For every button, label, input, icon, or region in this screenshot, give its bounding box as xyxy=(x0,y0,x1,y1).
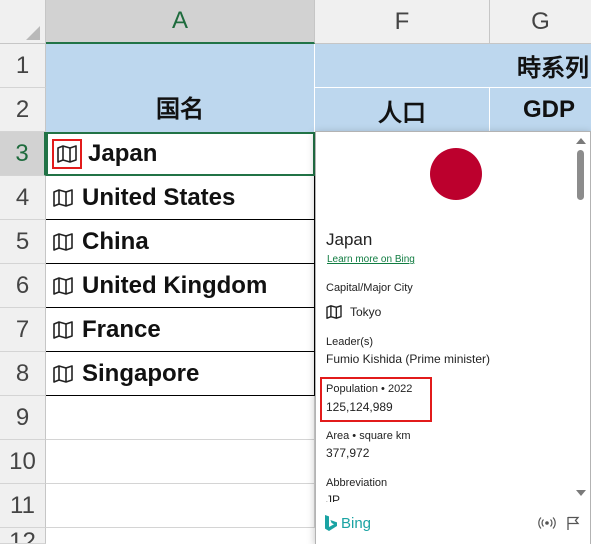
map-icon[interactable] xyxy=(50,317,76,343)
cell-country-japan[interactable]: Japan xyxy=(46,132,315,176)
japan-flag-icon xyxy=(430,148,482,200)
abbreviation-label: Abbreviation xyxy=(326,477,388,489)
map-icon xyxy=(326,305,342,319)
bing-label: Bing xyxy=(341,514,372,532)
flag-report-icon[interactable] xyxy=(566,516,580,531)
row-header-4[interactable]: 4 xyxy=(0,176,46,220)
column-header-a[interactable]: A xyxy=(46,0,315,44)
cell-country-united-kingdom[interactable]: United Kingdom xyxy=(46,264,315,308)
country-name: United States xyxy=(82,183,236,211)
area-value: 377,972 xyxy=(326,446,370,460)
map-icon[interactable] xyxy=(50,229,76,255)
area-label: Area • square km xyxy=(326,430,411,442)
header-cell-time-series[interactable]: 時系列 xyxy=(315,44,591,88)
scroll-down-icon[interactable] xyxy=(576,490,586,496)
row-header-10[interactable]: 10 xyxy=(0,440,46,484)
country-name: Japan xyxy=(88,140,158,167)
cell-country-united-states[interactable]: United States xyxy=(46,176,315,220)
row-header-9[interactable]: 9 xyxy=(0,396,46,440)
country-name: United Kingdom xyxy=(82,271,268,299)
scrollbar-thumb[interactable] xyxy=(577,150,584,200)
row-header-6[interactable]: 6 xyxy=(0,264,46,308)
map-icon[interactable] xyxy=(50,185,76,211)
cell-country-china[interactable]: China xyxy=(46,220,315,264)
capital-label: Capital/Major City xyxy=(326,282,413,294)
card-footer: Bing xyxy=(316,502,590,544)
broadcast-icon[interactable] xyxy=(538,516,556,530)
leader-value: Fumio Kishida (Prime minister) xyxy=(326,352,491,366)
row-header-2[interactable]: 2 xyxy=(0,88,46,132)
card-title: Japan xyxy=(326,230,373,249)
country-name: China xyxy=(82,227,149,255)
row-header-7[interactable]: 7 xyxy=(0,308,46,352)
data-type-card: Japan Learn more on Bing Capital/Major C… xyxy=(315,131,591,544)
cell-country-singapore[interactable]: Singapore xyxy=(46,352,315,396)
row-header-12[interactable]: 12 xyxy=(0,528,46,544)
row-header-3[interactable]: 3 xyxy=(0,132,46,176)
row-header-1[interactable]: 1 xyxy=(0,44,46,88)
country-name: France xyxy=(82,315,161,343)
row-header-5[interactable]: 5 xyxy=(0,220,46,264)
cell-country-france[interactable]: France xyxy=(46,308,315,352)
population-label: Population • 2022 xyxy=(326,383,413,395)
bing-icon xyxy=(325,515,337,531)
capital-value[interactable]: Tokyo xyxy=(326,305,381,319)
population-value: 125,124,989 xyxy=(326,400,393,414)
empty-cell[interactable] xyxy=(46,484,315,528)
learn-more-link[interactable]: Learn more on Bing xyxy=(327,254,415,265)
column-header-f[interactable]: F xyxy=(315,0,490,44)
leader-label: Leader(s) xyxy=(326,336,374,348)
bing-logo[interactable]: Bing xyxy=(324,514,371,532)
empty-cell[interactable] xyxy=(46,440,315,484)
header-cell-population[interactable]: 人口 xyxy=(315,88,490,132)
map-icon[interactable] xyxy=(50,361,76,387)
empty-cell[interactable] xyxy=(46,396,315,440)
capital-name: Tokyo xyxy=(350,305,382,319)
card-scrollbar[interactable] xyxy=(574,136,588,500)
row-header-8[interactable]: 8 xyxy=(0,352,46,396)
country-name: Singapore xyxy=(82,359,200,387)
header-cell-country-name[interactable]: 国名 xyxy=(46,44,315,132)
select-all-triangle-icon xyxy=(26,26,40,40)
map-icon[interactable] xyxy=(50,273,76,299)
map-icon[interactable] xyxy=(52,139,82,169)
column-header-g[interactable]: G xyxy=(490,0,591,44)
scroll-up-icon[interactable] xyxy=(576,138,586,144)
row-header-11[interactable]: 11 xyxy=(0,484,46,528)
header-cell-gdp[interactable]: GDP xyxy=(490,88,591,132)
